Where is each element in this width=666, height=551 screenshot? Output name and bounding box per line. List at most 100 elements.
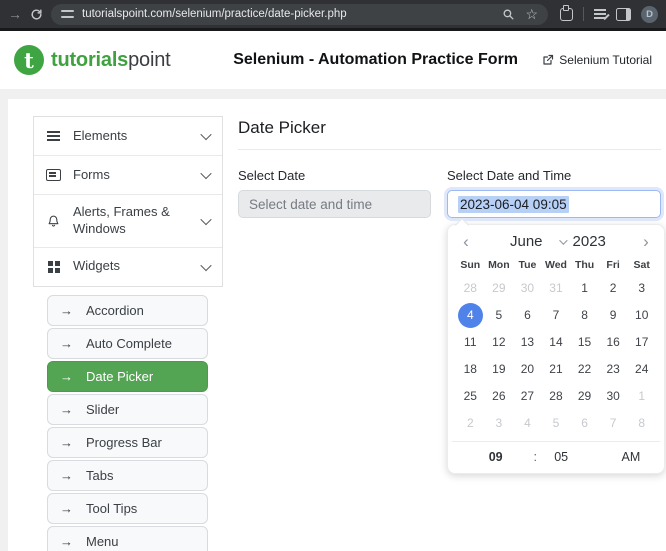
time-picker: 09 : 05 AM xyxy=(452,441,660,473)
subnav-item[interactable]: → Slider xyxy=(47,393,208,425)
calendar-day[interactable]: 4 xyxy=(513,410,542,437)
chevron-down-icon xyxy=(200,128,212,141)
widgets-subnav: → Accordion → Auto Complete → Date Picke… xyxy=(47,294,208,551)
calendar-day[interactable]: 16 xyxy=(599,329,628,356)
calendar-day[interactable]: 25 xyxy=(456,383,485,410)
calendar-day[interactable]: 28 xyxy=(542,383,571,410)
minute-input[interactable]: 05 xyxy=(554,442,568,473)
sidebar-accordion: Elements Forms Alerts, Frames & Windows xyxy=(33,116,223,287)
calendar-day[interactable]: 6 xyxy=(513,302,542,329)
sidebar-item-alerts-frames-windows[interactable]: Alerts, Frames & Windows xyxy=(34,195,222,248)
calendar-day[interactable]: 7 xyxy=(542,302,571,329)
subnav-item[interactable]: → Date Picker xyxy=(47,360,208,392)
calendar-day[interactable]: 22 xyxy=(570,356,599,383)
tutorialspoint-logo[interactable]: t tutorialspoint xyxy=(14,45,209,75)
datepicker-popup: ‹ June 2023 › Sun Mon Tue Wed Thu Fri Sat xyxy=(447,224,665,474)
select-date-input[interactable] xyxy=(238,190,431,218)
forward-icon[interactable]: → xyxy=(8,7,22,21)
calendar-day[interactable]: 20 xyxy=(513,356,542,383)
address-bar[interactable]: tutorialspoint.com/selenium/practice/dat… xyxy=(51,3,548,25)
bookmark-star-icon[interactable]: ☆ xyxy=(525,7,538,21)
subnav-item[interactable]: → Tabs xyxy=(47,459,208,491)
time-separator: : xyxy=(533,450,537,464)
weekday-label: Thu xyxy=(574,259,595,271)
calendar-day[interactable]: 7 xyxy=(599,410,628,437)
calendar-day[interactable]: 19 xyxy=(485,356,514,383)
calendar-day[interactable]: 27 xyxy=(513,383,542,410)
content-panel: Elements Forms Alerts, Frames & Windows xyxy=(8,99,666,551)
calendar-day[interactable]: 17 xyxy=(627,329,656,356)
subnav-item[interactable]: → Accordion xyxy=(47,294,208,326)
meridiem-toggle[interactable]: AM xyxy=(622,442,641,473)
select-date-label: Select Date xyxy=(238,168,306,183)
tune-icon[interactable] xyxy=(61,9,74,19)
calendar-day[interactable]: 29 xyxy=(570,383,599,410)
calendar-day[interactable]: 10 xyxy=(627,302,656,329)
calendar-day[interactable]: 6 xyxy=(570,410,599,437)
year-select[interactable]: 2023 xyxy=(573,233,606,250)
url-text: tutorialspoint.com/selenium/practice/dat… xyxy=(82,8,347,20)
page-title: Selenium - Automation Practice Form xyxy=(233,51,519,68)
browser-toolbar: → tutorialspoint.com/selenium/practice/d… xyxy=(0,0,666,28)
calendar-day[interactable]: 18 xyxy=(456,356,485,383)
profile-avatar[interactable]: D xyxy=(641,5,658,23)
refresh-icon[interactable] xyxy=(30,8,43,21)
calendar-day[interactable]: 3 xyxy=(485,410,514,437)
calendar-day[interactable]: 5 xyxy=(542,410,571,437)
arrow-right-icon: → xyxy=(60,401,73,417)
notes-icon[interactable] xyxy=(594,9,606,11)
calendar-day[interactable]: 30 xyxy=(513,275,542,302)
prev-month-icon[interactable]: ‹ xyxy=(458,233,474,250)
sidebar-item-widgets[interactable]: Widgets xyxy=(34,247,222,286)
site-header: t tutorialspoint Selenium - Automation P… xyxy=(0,31,666,90)
calendar-day[interactable]: 2 xyxy=(599,275,628,302)
chevron-down-icon xyxy=(200,213,212,226)
calendar-day[interactable]: 12 xyxy=(485,329,514,356)
weekday-label: Sat xyxy=(633,259,650,271)
side-panel-icon[interactable] xyxy=(616,7,631,21)
calendar-day[interactable]: 24 xyxy=(627,356,656,383)
logo-wordmark: tutorialspoint xyxy=(51,48,171,71)
calendar-day[interactable]: 21 xyxy=(542,356,571,383)
hour-input[interactable]: 09 xyxy=(489,442,503,473)
calendar-day[interactable]: 8 xyxy=(627,410,656,437)
calendar-day[interactable]: 15 xyxy=(570,329,599,356)
subnav-item[interactable]: → Tool Tips xyxy=(47,492,208,524)
month-select[interactable]: June xyxy=(510,233,543,250)
calendar-day[interactable]: 1 xyxy=(627,383,656,410)
calendar-day[interactable]: 31 xyxy=(542,275,571,302)
weekday-label: Sun xyxy=(460,259,481,271)
chevron-down-icon xyxy=(200,167,212,180)
page-background: Elements Forms Alerts, Frames & Windows xyxy=(0,89,666,551)
sidebar-item-forms[interactable]: Forms xyxy=(34,156,222,195)
calendar-day[interactable]: 13 xyxy=(513,329,542,356)
month-caret-icon[interactable] xyxy=(558,235,568,245)
sidebar: Elements Forms Alerts, Frames & Windows xyxy=(33,116,223,551)
subnav-item[interactable]: → Menu xyxy=(47,525,208,551)
calendar-day[interactable]: 4 xyxy=(456,302,485,329)
toolbar-divider xyxy=(583,7,584,21)
calendar-day[interactable]: 29 xyxy=(485,275,514,302)
calendar-day[interactable]: 1 xyxy=(570,275,599,302)
extensions-icon[interactable] xyxy=(560,4,573,21)
subnav-item[interactable]: → Progress Bar xyxy=(47,426,208,458)
calendar-day[interactable]: 5 xyxy=(485,302,514,329)
zoom-icon[interactable] xyxy=(502,8,515,21)
section-title: Date Picker xyxy=(238,118,326,137)
sidebar-item-elements[interactable]: Elements xyxy=(34,117,222,156)
selenium-tutorial-link[interactable]: Selenium Tutorial xyxy=(542,53,652,67)
calendar-day[interactable]: 14 xyxy=(542,329,571,356)
calendar-day[interactable]: 11 xyxy=(456,329,485,356)
select-datetime-input[interactable]: 2023-06-04 09:05 xyxy=(447,190,661,218)
calendar-day[interactable]: 30 xyxy=(599,383,628,410)
calendar-day[interactable]: 8 xyxy=(570,302,599,329)
arrow-right-icon: → xyxy=(60,500,73,516)
calendar-day[interactable]: 2 xyxy=(456,410,485,437)
subnav-item[interactable]: → Auto Complete xyxy=(47,327,208,359)
calendar-day[interactable]: 23 xyxy=(599,356,628,383)
calendar-day[interactable]: 26 xyxy=(485,383,514,410)
next-month-icon[interactable]: › xyxy=(638,233,654,250)
calendar-day[interactable]: 3 xyxy=(627,275,656,302)
calendar-day[interactable]: 28 xyxy=(456,275,485,302)
calendar-day[interactable]: 9 xyxy=(599,302,628,329)
